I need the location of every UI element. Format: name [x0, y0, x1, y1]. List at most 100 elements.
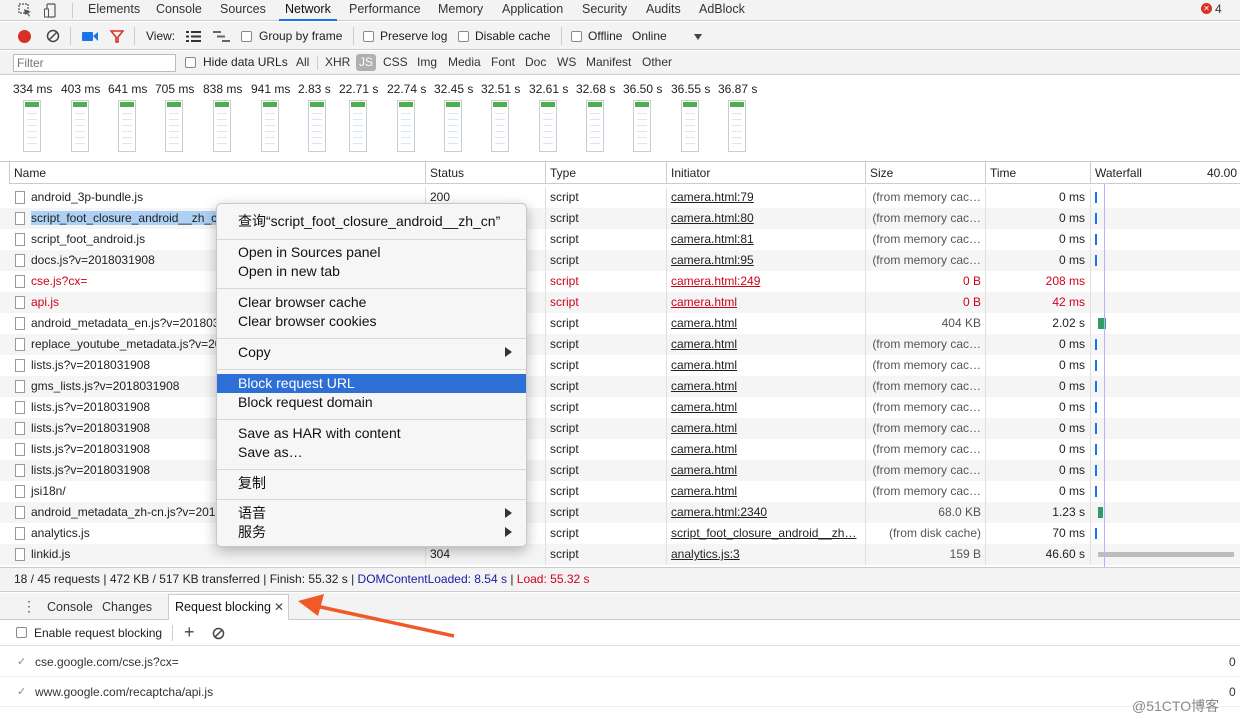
filmstrip-frame[interactable] [261, 100, 279, 152]
filter-input[interactable] [13, 54, 176, 72]
filter-type-doc[interactable]: Doc [525, 55, 546, 69]
filmstrip-frame[interactable] [539, 100, 557, 152]
filter-type-other[interactable]: Other [642, 55, 672, 69]
remove-all-patterns-icon[interactable] [212, 627, 225, 640]
tab-audits[interactable]: Audits [646, 2, 681, 16]
table-row[interactable]: lists.js?v=2018031908 script camera.html (f… [0, 418, 1240, 439]
error-icon[interactable]: ✕ [1201, 3, 1212, 14]
filter-type-all[interactable]: All [296, 55, 309, 69]
column-header-name[interactable]: Name [9, 162, 426, 184]
table-row[interactable]: android_metadata_zh-cn.js?v=2018031908 sc… [0, 502, 1240, 523]
menu-item-open-in-sources[interactable]: Open in Sources panel [217, 243, 526, 262]
tab-application[interactable]: Application [502, 2, 563, 16]
cell-initiator[interactable]: analytics.js:3 [667, 544, 866, 565]
cell-initiator[interactable]: camera.html:79 [667, 187, 866, 208]
table-row[interactable]: gms_lists.js?v=2018031908 script camera.ht… [0, 376, 1240, 397]
column-header-type[interactable]: Type [546, 162, 667, 184]
table-row[interactable]: script_foot_closure_android__zh_cn.js scr… [0, 208, 1240, 229]
menu-item-speech[interactable]: 语音 [217, 504, 526, 523]
filmstrip-frame[interactable] [213, 100, 231, 152]
record-icon[interactable] [18, 30, 31, 43]
tab-memory[interactable]: Memory [438, 2, 483, 16]
menu-item-copy[interactable]: Copy [217, 343, 526, 362]
preserve-log-checkbox[interactable] [363, 31, 374, 42]
cell-initiator[interactable]: camera.html [667, 439, 866, 460]
menu-item-clear-browser-cookies[interactable]: Clear browser cookies [217, 312, 526, 331]
table-row[interactable]: docs.js?v=2018031908 script camera.html:95… [0, 250, 1240, 271]
tab-sources[interactable]: Sources [220, 2, 266, 16]
blocked-pattern-row[interactable]: ✓ www.google.com/recaptcha/api.js 0 [0, 677, 1240, 707]
large-rows-icon[interactable] [186, 31, 201, 42]
filmstrip-frame[interactable] [491, 100, 509, 152]
filmstrip-frame[interactable] [308, 100, 326, 152]
table-row[interactable]: lists.js?v=2018031908 script camera.html (f… [0, 355, 1240, 376]
filter-type-xhr[interactable]: XHR [325, 55, 350, 69]
tab-security[interactable]: Security [582, 2, 627, 16]
cell-initiator[interactable]: camera.html [667, 355, 866, 376]
filter-type-ws[interactable]: WS [557, 55, 576, 69]
table-row[interactable]: cse.js?cx= script camera.html:249 0 B 208 ms [0, 271, 1240, 292]
checkmark-icon[interactable]: ✓ [17, 685, 26, 698]
waterfall-overview-icon[interactable] [213, 31, 230, 42]
filmstrip-frame[interactable] [71, 100, 89, 152]
hide-data-urls-checkbox[interactable] [185, 57, 196, 68]
enable-request-blocking-checkbox[interactable] [16, 627, 27, 638]
checkmark-icon[interactable]: ✓ [17, 655, 26, 668]
filmstrip-frame[interactable] [586, 100, 604, 152]
filter-icon[interactable] [110, 30, 124, 43]
table-row[interactable]: lists.js?v=2018031908 script camera.html (f… [0, 439, 1240, 460]
filmstrip-frame[interactable] [728, 100, 746, 152]
table-row[interactable]: android_metadata_en.js?v=2018031908 scrip… [0, 313, 1240, 334]
menu-item-block-request-domain[interactable]: Block request domain [217, 393, 526, 412]
menu-item-save-as[interactable]: Save as… [217, 443, 526, 462]
drawer-tab-console[interactable]: Console [47, 600, 93, 614]
tab-adblock[interactable]: AdBlock [699, 2, 745, 16]
table-row[interactable]: replace_youtube_metadata.js?v=2018031908… [0, 334, 1240, 355]
cell-initiator[interactable]: camera.html [667, 376, 866, 397]
menu-item-clear-browser-cache[interactable]: Clear browser cache [217, 293, 526, 312]
filter-type-img[interactable]: Img [417, 55, 437, 69]
menu-item-services[interactable]: 服务 [217, 523, 526, 542]
cell-initiator[interactable]: camera.html:95 [667, 250, 866, 271]
filmstrip-frame[interactable] [349, 100, 367, 152]
table-row[interactable]: api.js script camera.html 0 B 42 ms [0, 292, 1240, 313]
column-header-initiator[interactable]: Initiator [667, 162, 866, 184]
capture-screenshots-icon[interactable] [82, 31, 98, 42]
column-header-waterfall[interactable]: Waterfall 40.00 [1091, 162, 1240, 184]
device-toolbar-icon[interactable] [44, 3, 58, 18]
column-header-time[interactable]: Time [986, 162, 1091, 184]
filmstrip-frame[interactable] [165, 100, 183, 152]
cell-initiator[interactable]: camera.html [667, 334, 866, 355]
drawer-tab-request-blocking[interactable]: Request blocking ✕ [168, 594, 289, 620]
filmstrip-frame[interactable] [681, 100, 699, 152]
cell-name[interactable]: linkid.js [9, 544, 426, 565]
filter-type-manifest[interactable]: Manifest [586, 55, 631, 69]
filmstrip-frame[interactable] [444, 100, 462, 152]
tab-elements[interactable]: Elements [88, 2, 140, 16]
blocked-pattern-row[interactable]: ✓ cse.google.com/cse.js?cx= 0 [0, 647, 1240, 677]
tab-console[interactable]: Console [156, 2, 202, 16]
menu-item-lookup[interactable]: 查询“script_foot_closure_android__zh_cn” [217, 212, 526, 231]
cell-initiator[interactable]: camera.html [667, 313, 866, 334]
cell-initiator[interactable]: camera.html [667, 481, 866, 502]
inspect-element-icon[interactable] [18, 3, 32, 17]
cell-initiator[interactable]: script_foot_closure_android__zh… [667, 523, 866, 544]
filmstrip-frame[interactable] [23, 100, 41, 152]
add-pattern-icon[interactable]: + [184, 622, 195, 643]
chevron-down-icon[interactable] [694, 34, 702, 40]
menu-item-block-request-url[interactable]: Block request URL [217, 374, 526, 393]
column-header-status[interactable]: Status [426, 162, 546, 184]
menu-item-save-har[interactable]: Save as HAR with content [217, 424, 526, 443]
filter-type-font[interactable]: Font [491, 55, 515, 69]
filmstrip-frame[interactable] [633, 100, 651, 152]
throttling-select[interactable]: Online [632, 29, 667, 43]
cell-initiator[interactable]: camera.html [667, 460, 866, 481]
filmstrip-frame[interactable] [118, 100, 136, 152]
table-row[interactable]: lists.js?v=2018031908 script camera.html (f… [0, 397, 1240, 418]
close-icon[interactable]: ✕ [274, 600, 284, 614]
table-row[interactable]: script_foot_android.js script camera.html:… [0, 229, 1240, 250]
cell-initiator[interactable]: camera.html:2340 [667, 502, 866, 523]
drawer-tab-changes[interactable]: Changes [102, 600, 152, 614]
disable-cache-checkbox[interactable] [458, 31, 469, 42]
filter-type-js[interactable]: JS [356, 54, 377, 71]
